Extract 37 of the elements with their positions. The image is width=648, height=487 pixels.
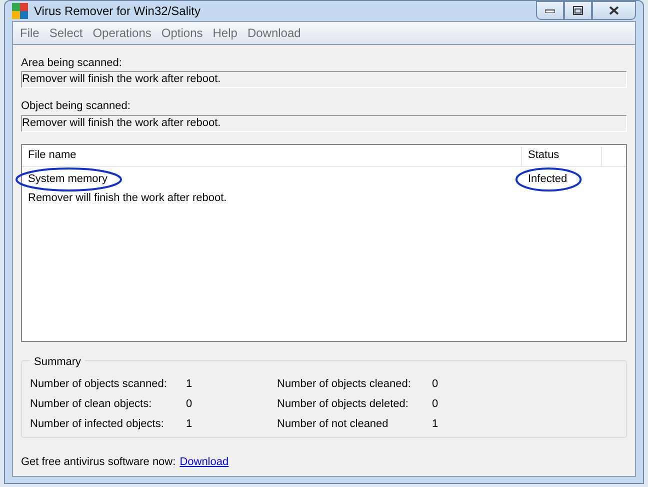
footer-text: Get free antivirus software now:: [21, 454, 176, 470]
stat-label: Number of objects scanned:: [30, 377, 168, 392]
stat-value: 0: [432, 397, 438, 412]
menu-item[interactable]: File: [15, 22, 44, 42]
field-label: Area being scanned:: [21, 56, 123, 70]
stat-label: Number of objects cleaned:: [277, 377, 412, 392]
menu-item[interactable]: Help: [208, 22, 242, 42]
minimize-icon: [545, 8, 555, 12]
restore-icon: [573, 6, 583, 15]
column-header[interactable]: File name: [22, 147, 522, 166]
menu-item[interactable]: Select: [44, 22, 88, 42]
readonly-field: Remover will finish the work after reboot.: [21, 114, 627, 132]
table-cell: System memory: [28, 172, 108, 184]
stat-value: 0: [186, 397, 194, 412]
field-label: Object being scanned:: [21, 99, 132, 114]
minimize-button[interactable]: [536, 1, 564, 20]
table-cell: Infected: [528, 172, 568, 184]
menu-item[interactable]: Download: [242, 22, 306, 42]
stat-label: Number of infected objects:: [30, 417, 165, 432]
download-link[interactable]: Download: [180, 454, 229, 470]
window-title: Virus Remover for Win32/Sality: [34, 2, 200, 20]
stat-value: 1: [186, 377, 194, 392]
stat-value: 1: [186, 417, 194, 432]
close-button[interactable]: [592, 1, 636, 20]
menu-item[interactable]: Options: [156, 22, 208, 42]
table-cell-text: Remover will finish the work after reboot.: [27, 191, 228, 206]
close-icon: [609, 6, 619, 15]
stat-label: Number of objects deleted:: [277, 397, 410, 412]
column-header[interactable]: Status: [522, 147, 602, 166]
stat-label: Number of clean objects:: [30, 397, 153, 412]
readonly-field: Remover will finish the work after reboot.: [21, 71, 627, 88]
stat-value: 0: [432, 377, 438, 392]
menu-item[interactable]: Operations: [88, 22, 156, 42]
maximize-button[interactable]: [564, 1, 592, 20]
stat-value: 1: [432, 417, 438, 432]
stat-label: Number of not cleaned: [277, 417, 390, 432]
app-logo-icon: [12, 2, 28, 19]
